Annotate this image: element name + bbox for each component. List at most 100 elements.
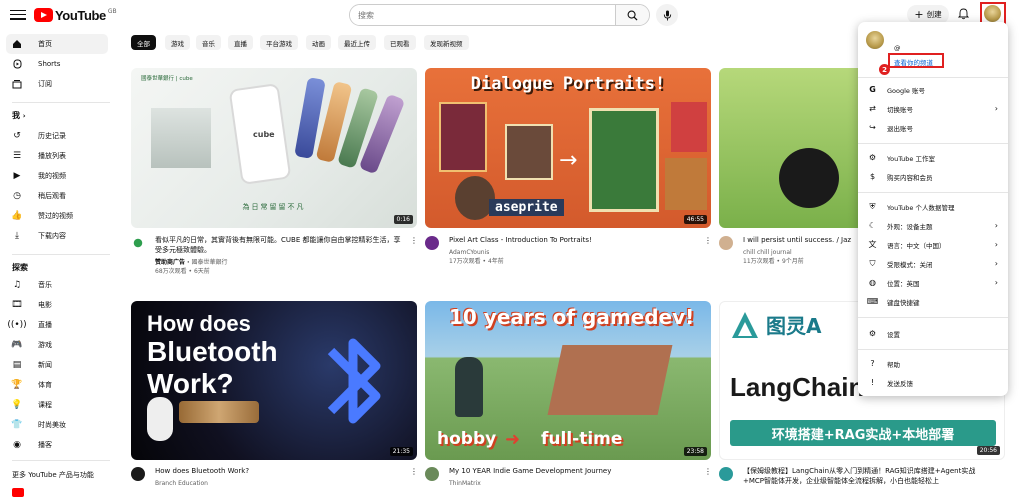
thumbnail-text: 為日常留留不凡 <box>242 203 306 211</box>
sidebar-item-history[interactable]: ↺ 历史记录 <box>6 126 108 146</box>
sidebar-item-podcasts[interactable]: ◉ 播客 <box>6 435 108 455</box>
search-input[interactable] <box>350 5 615 25</box>
sign-out-icon: ↪ <box>869 123 876 132</box>
sidebar-item-fashion[interactable]: 👕 时尚美妆 <box>6 415 108 435</box>
video-meta: 11万次观看 • 9个月前 <box>743 258 804 265</box>
menu-item-language[interactable]: 文语言：中文（中国） › <box>858 235 1008 254</box>
video-thumbnail[interactable] <box>719 68 869 228</box>
thumbnail-text: How does Bluetooth Work? <box>147 311 278 400</box>
sidebar-item-subscriptions[interactable]: 订阅 <box>6 74 108 94</box>
cat-illustration <box>779 148 839 208</box>
annotation-step-2: 2 <box>879 64 890 75</box>
runner-graphic <box>455 357 483 417</box>
chip-all[interactable]: 全部 <box>131 35 156 50</box>
chip-new-to-you[interactable]: 发现新视频 <box>424 35 469 50</box>
more-actions-icon[interactable]: ⋮ <box>704 467 712 476</box>
video-thumbnail[interactable]: 10 years of gamedev! hobby ➜ full-time 2… <box>425 301 711 460</box>
menu-item-help[interactable]: ? 帮助 <box>858 354 1008 373</box>
sidebar-item-news[interactable]: ▤ 新闻 <box>6 355 108 375</box>
video-title[interactable]: Pixel Art Class - Introduction To Portra… <box>449 236 699 246</box>
video-title[interactable]: My 10 YEAR Indie Game Development Journe… <box>449 467 699 477</box>
sidebar-item-liked-videos[interactable]: 👍 赞过的视频 <box>6 206 108 226</box>
channel-avatar[interactable] <box>719 467 733 481</box>
video-thumbnail[interactable]: 國泰世華銀行 | cube cube 為日常留留不凡 0:16 <box>131 68 417 228</box>
menu-item-restricted-mode[interactable]: ⛉ 受限模式：关闭 › <box>858 254 1008 273</box>
youtube-logo[interactable]: YouTube GB <box>34 7 117 23</box>
pixel-portrait <box>665 158 707 210</box>
data-icon: ⛨ <box>869 201 876 211</box>
video-thumbnail[interactable]: Dialogue Portraits! → aseprite 46:55 <box>425 68 711 228</box>
sidebar-item-live[interactable]: ((•)) 直播 <box>6 315 108 335</box>
channel-avatar[interactable] <box>131 236 145 250</box>
create-label: 创建 <box>926 10 942 19</box>
arrow-icon: ➜ <box>505 429 521 450</box>
menu-item-switch-account[interactable]: ⇄ 切换账号 › <box>858 99 1008 118</box>
thumbnail-line: Work? <box>147 368 234 399</box>
sidebar-item-playlists[interactable]: ☰ 播放列表 <box>6 146 108 166</box>
menu-item-location[interactable]: ◍ 位置：英国 › <box>858 273 1008 292</box>
pixel-portrait <box>671 102 707 152</box>
pixel-portrait <box>505 124 553 180</box>
more-actions-icon[interactable]: ⋮ <box>410 467 418 476</box>
chevron-right-icon: › <box>994 278 998 287</box>
bell-icon <box>957 8 969 20</box>
sidebar-item-movies[interactable]: 🎞 电影 <box>6 295 108 315</box>
menu-item-google-account[interactable]: G Google 账号 <box>858 80 1008 99</box>
youtube-premium-icon[interactable] <box>12 488 24 497</box>
guide-menu-button[interactable] <box>10 7 26 21</box>
sidebar-item-watch-later[interactable]: ◷ 稍后观看 <box>6 186 108 206</box>
chip-gaming[interactable]: 游戏 <box>165 35 190 50</box>
appearance-icon: ☾ <box>868 221 877 230</box>
menu-item-send-feedback[interactable]: ! 发送反馈 <box>858 373 1008 392</box>
menu-item-sign-out[interactable]: ↪ 退出账号 <box>858 118 1008 137</box>
video-title[interactable]: I will persist until success. / Jaz <box>743 236 861 246</box>
menu-item-keyboard-shortcuts[interactable]: ⌨ 键盘快捷键 <box>858 292 1008 311</box>
sidebar-item-home[interactable]: 首页 <box>6 34 108 54</box>
chip-live[interactable]: 直播 <box>228 35 253 50</box>
sidebar-you-heading[interactable]: 我 › <box>12 110 26 121</box>
channel-avatar[interactable] <box>719 236 733 250</box>
video-thumbnail[interactable]: How does Bluetooth Work? 21:35 <box>131 301 417 460</box>
sidebar-item-your-videos[interactable]: ▶ 我的视频 <box>6 166 108 186</box>
sidebar-item-downloads[interactable]: ⤓ 下载内容 <box>6 226 108 246</box>
watch-later-icon: ◷ <box>13 191 21 201</box>
channel-avatar[interactable] <box>425 236 439 250</box>
video-channel[interactable]: AdamCYounis <box>449 248 489 257</box>
menu-divider <box>858 192 1008 193</box>
chip-music[interactable]: 音乐 <box>196 35 221 50</box>
voice-search-button[interactable] <box>656 4 678 26</box>
video-channel[interactable]: Branch Education <box>155 479 208 488</box>
video-duration: 46:55 <box>683 215 707 224</box>
video-title[interactable]: 【保姆级教程】LangChain从零入门到精通！RAG知识库搭建+Agent实战… <box>743 467 995 486</box>
sidebar-item-music[interactable]: ♫ 音乐 <box>6 275 108 295</box>
sidebar-item-gaming[interactable]: 🎮 游戏 <box>6 335 108 355</box>
chip-recently-uploaded[interactable]: 最近上传 <box>338 35 376 50</box>
menu-item-settings[interactable]: ⚙ 设置 <box>858 324 1008 343</box>
thumbnail-line: Bluetooth <box>147 336 278 367</box>
subscriptions-icon <box>12 79 22 89</box>
more-actions-icon[interactable]: ⋮ <box>410 236 418 245</box>
menu-item-your-data[interactable]: ⛨ YouTube 个人数据管理 <box>858 197 1008 216</box>
thumbnail-text: aseprite <box>489 199 564 216</box>
sidebar-item-sports[interactable]: 🏆 体育 <box>6 375 108 395</box>
video-channel[interactable]: chill chill journal <box>743 248 792 257</box>
thumbnail-text: Dialogue Portraits! <box>470 74 666 94</box>
channel-avatar[interactable] <box>425 467 439 481</box>
notifications-button[interactable] <box>955 6 971 22</box>
menu-item-appearance[interactable]: ☾ 外观：设备主题 › <box>858 216 1008 235</box>
video-title[interactable]: How does Bluetooth Work? <box>155 467 405 477</box>
menu-item-youtube-studio[interactable]: ⚙ YouTube 工作室 <box>858 148 1008 167</box>
chip-animation[interactable]: 动画 <box>306 35 331 50</box>
video-channel[interactable]: ThinMatrix <box>449 479 481 488</box>
menu-item-purchases[interactable]: $ 购买内容和会员 <box>858 167 1008 186</box>
search-button[interactable] <box>615 5 649 25</box>
chip-watched[interactable]: 已观看 <box>384 35 416 50</box>
video-duration: 0:16 <box>393 215 413 224</box>
sidebar-item-courses[interactable]: 💡 课程 <box>6 395 108 415</box>
chip-platformer[interactable]: 平台游戏 <box>260 35 298 50</box>
sidebar-item-shorts[interactable]: Shorts <box>6 54 108 74</box>
video-title[interactable]: 看似平凡的日常，其實背後有無限可能。CUBE 都能讓你自由掌控精彩生活，享受多元… <box>155 236 405 255</box>
more-actions-icon[interactable]: ⋮ <box>704 236 712 245</box>
earbud-graphic <box>147 397 173 441</box>
channel-avatar[interactable] <box>131 467 145 481</box>
